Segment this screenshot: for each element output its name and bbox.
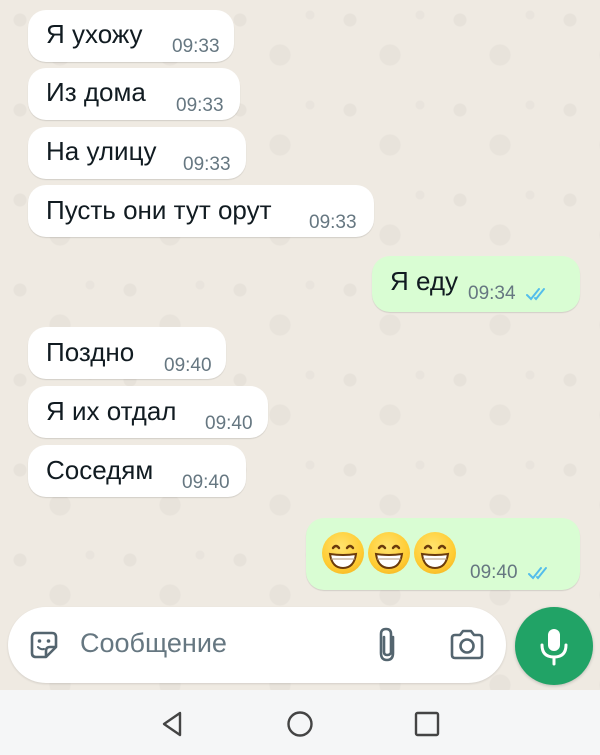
message-time: 09:34 xyxy=(468,283,516,304)
incoming-message[interactable]: Я ухожу 09:33 xyxy=(28,10,234,62)
read-ticks-icon xyxy=(526,288,545,301)
message-text: Пусть они тут орут xyxy=(46,195,272,225)
message-time: 09:40 xyxy=(470,562,518,583)
outgoing-emoji-message[interactable]: 09:40 xyxy=(306,518,580,590)
incoming-message[interactable]: Из дома 09:33 xyxy=(28,68,240,120)
message-text: На улицу xyxy=(46,136,157,166)
incoming-message[interactable]: Поздно 09:40 xyxy=(28,327,226,379)
message-time: 09:33 xyxy=(309,212,357,233)
message-time: 09:40 xyxy=(164,355,212,376)
grinning-face-with-smiling-eyes-icon xyxy=(322,532,364,574)
sticker-icon[interactable] xyxy=(26,627,62,663)
message-time: 09:33 xyxy=(172,36,220,57)
message-text: Поздно xyxy=(46,337,135,367)
message-text: Соседям xyxy=(46,455,154,485)
message-time: 09:33 xyxy=(183,154,231,175)
grinning-face-with-smiling-eyes-icon xyxy=(368,532,410,574)
message-time: 09:33 xyxy=(176,95,224,116)
message-time: 09:40 xyxy=(205,413,253,434)
message-text: Я их отдал xyxy=(46,396,177,426)
message-text: Я ухожу xyxy=(46,19,143,49)
camera-icon[interactable] xyxy=(447,627,487,663)
message-input[interactable]: Сообщение xyxy=(80,628,227,659)
incoming-message[interactable]: Я их отдал 09:40 xyxy=(28,386,268,438)
outgoing-message[interactable]: Я еду 09:34 xyxy=(372,256,580,312)
message-text: Из дома xyxy=(46,77,146,107)
home-icon[interactable] xyxy=(285,709,315,739)
grinning-face-with-smiling-eyes-icon xyxy=(414,532,456,574)
incoming-message[interactable]: Соседям 09:40 xyxy=(28,445,246,497)
message-time: 09:40 xyxy=(182,472,230,493)
incoming-message[interactable]: На улицу 09:33 xyxy=(28,127,246,179)
system-navigation-bar xyxy=(0,690,600,755)
read-ticks-icon xyxy=(528,567,547,580)
incoming-message[interactable]: Пусть они тут орут 09:33 xyxy=(28,185,374,237)
message-text: Я еду xyxy=(390,266,459,296)
voice-record-button[interactable] xyxy=(515,607,593,685)
mic-icon xyxy=(540,629,568,666)
message-composer[interactable]: Сообщение xyxy=(8,607,506,683)
message-list[interactable]: Я ухожу 09:33 Из дома 09:33 На улицу 09:… xyxy=(0,0,600,600)
recents-icon[interactable] xyxy=(412,709,442,739)
back-icon[interactable] xyxy=(158,709,188,739)
attach-icon[interactable] xyxy=(373,625,403,665)
